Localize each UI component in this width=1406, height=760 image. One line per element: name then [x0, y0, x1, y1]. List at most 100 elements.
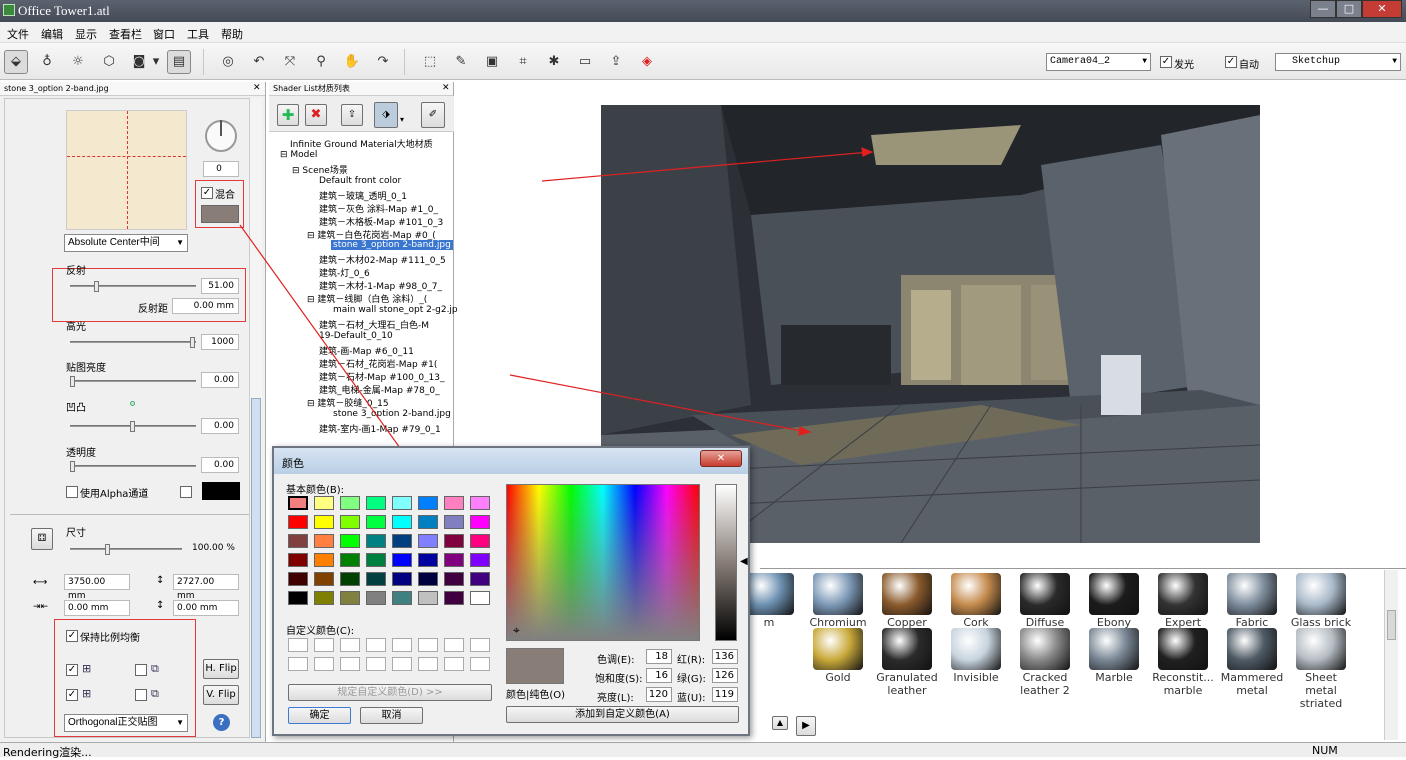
offset-x-field[interactable]: 0.00 mm [64, 600, 130, 616]
tree-item[interactable]: 建筑－木材-1-Map #98_0_7_ [319, 279, 442, 292]
cancel-button[interactable]: 取消 [360, 707, 423, 724]
tree-item[interactable]: ⊟ Scene场景 [292, 163, 348, 176]
delete-icon[interactable]: ✖ [305, 104, 327, 126]
keep-ratio-checkbox[interactable]: ✓ [66, 630, 78, 642]
material-item[interactable]: Granulated leather [874, 628, 940, 697]
basic-color-swatch[interactable] [314, 572, 334, 586]
basic-color-swatch[interactable] [470, 496, 490, 510]
basic-color-swatch[interactable] [470, 572, 490, 586]
menu-toolbars[interactable]: 查看栏 [109, 26, 142, 42]
transparency-field[interactable]: 0.00 [201, 457, 239, 473]
basic-color-swatch[interactable] [392, 534, 412, 548]
basic-color-swatch[interactable] [444, 534, 464, 548]
basic-color-swatch[interactable] [366, 572, 386, 586]
basic-color-swatch[interactable] [470, 591, 490, 605]
tile-h-checkbox[interactable]: ✓ [66, 664, 78, 676]
basic-color-swatch[interactable] [392, 572, 412, 586]
basic-color-swatch[interactable] [314, 515, 334, 529]
material-item[interactable]: Marble [1081, 628, 1147, 684]
undo-icon[interactable]: ↶ [247, 50, 271, 74]
custom-color-swatch[interactable] [314, 638, 334, 652]
camera-icon[interactable]: ◙ [127, 50, 151, 74]
library-scrollbar[interactable] [1384, 570, 1398, 740]
add-custom-button[interactable]: 添加到自定义颜色(A) [506, 706, 739, 723]
tree-item-selected[interactable]: stone 3_option 2-band.jpg [331, 240, 453, 250]
tree-item[interactable]: 建筑－石材_大理石_白色-M [319, 318, 429, 331]
menu-tools[interactable]: 工具 [187, 26, 209, 42]
close-icon[interactable]: ✕ [442, 83, 450, 93]
bump-slider[interactable] [70, 421, 196, 432]
basic-color-swatch[interactable] [288, 515, 308, 529]
transparency-slider[interactable] [70, 461, 196, 472]
hflip-button[interactable]: H. Flip [203, 659, 239, 679]
material-item[interactable]: Gold [805, 628, 871, 684]
tree-item[interactable]: Infinite Ground Material大地材质 [290, 137, 433, 150]
tree-item[interactable]: 建筑－石材_花岗岩-Map #1( [319, 357, 437, 370]
custom-color-swatch[interactable] [288, 657, 308, 671]
mirror-v-checkbox[interactable] [135, 689, 147, 701]
menu-window[interactable]: 窗口 [153, 26, 175, 42]
basic-color-swatch[interactable] [392, 496, 412, 510]
projection-select[interactable]: Orthogonal正交贴图 ▼ [64, 714, 188, 732]
basic-color-swatch[interactable] [366, 534, 386, 548]
rotation-field[interactable]: 0 [203, 161, 239, 177]
reflection-dist-field[interactable]: 0.00 mm [172, 298, 239, 314]
tree-item[interactable]: 建筑－木格板-Map #101_0_3 [319, 215, 443, 228]
alpha-color-swatch[interactable] [202, 482, 240, 500]
tree-item[interactable]: 建筑-室内-画1-Map #79_0_1 [319, 422, 441, 435]
basic-color-swatch[interactable] [288, 553, 308, 567]
reflection-field[interactable]: 51.00 [201, 278, 239, 294]
basic-color-swatch[interactable] [392, 591, 412, 605]
custom-color-swatch[interactable] [366, 638, 386, 652]
custom-color-swatch[interactable] [392, 638, 412, 652]
custom-color-swatch[interactable] [288, 638, 308, 652]
scrollbar[interactable] [249, 98, 262, 738]
tile-v-checkbox[interactable]: ✓ [66, 689, 78, 701]
scrollbar-thumb[interactable] [1387, 610, 1396, 640]
slider-thumb[interactable] [130, 421, 135, 432]
tree-item[interactable]: 建筑－木材02-Map #111_0_5 [319, 253, 446, 266]
basic-color-swatch[interactable] [314, 591, 334, 605]
basic-color-swatch[interactable] [366, 496, 386, 510]
custom-color-swatch[interactable] [418, 638, 438, 652]
close-icon[interactable]: ✕ [253, 83, 261, 93]
luminance-bar[interactable] [715, 484, 737, 641]
tree-item[interactable]: ⊟ Model [280, 150, 317, 160]
basic-color-swatch[interactable] [418, 553, 438, 567]
material-item[interactable]: Ebony [1081, 573, 1147, 629]
add-icon[interactable]: ✚ [277, 104, 299, 126]
alpha-checkbox[interactable] [66, 486, 78, 498]
maximize-button[interactable]: □ [1336, 0, 1362, 18]
basic-color-swatch[interactable] [444, 553, 464, 567]
slider-thumb[interactable] [70, 376, 75, 387]
zoom-icon[interactable]: ⚲ [309, 50, 333, 74]
menu-edit[interactable]: 编辑 [41, 26, 63, 42]
material-item[interactable]: Expert [1150, 573, 1216, 629]
basic-color-swatch[interactable] [470, 534, 490, 548]
slider-thumb[interactable] [70, 461, 75, 472]
tree-item[interactable]: stone 3_option 2-band.jpg [333, 409, 451, 419]
style-select[interactable]: Sketchup ▼ [1275, 53, 1401, 71]
basic-color-swatch[interactable] [444, 572, 464, 586]
material-item[interactable]: Cork [943, 573, 1009, 629]
custom-color-swatch[interactable] [470, 638, 490, 652]
size-slider[interactable] [70, 544, 182, 555]
panel-toggle-icon[interactable]: ▤ [167, 50, 191, 74]
pan-icon[interactable]: ⤧ [278, 50, 302, 74]
menu-view[interactable]: 显示 [75, 26, 97, 42]
material-item[interactable]: Mammered metal [1219, 628, 1285, 697]
basic-color-swatch[interactable] [340, 553, 360, 567]
blend-color-swatch[interactable] [201, 205, 239, 223]
material-tool-icon[interactable]: ⬙ [4, 50, 28, 74]
highlight-field[interactable]: 1000 [201, 334, 239, 350]
custom-color-swatch[interactable] [444, 638, 464, 652]
basic-color-swatch[interactable] [366, 515, 386, 529]
custom-color-swatch[interactable] [470, 657, 490, 671]
height-field[interactable]: 2727.00 mm [173, 574, 239, 601]
basic-color-swatch[interactable] [366, 553, 386, 567]
basic-color-swatch[interactable] [288, 591, 308, 605]
brush-icon[interactable]: ✐ [421, 102, 445, 128]
tree-item[interactable]: 建筑－灰色 涂料-Map #1_0_ [319, 202, 438, 215]
material-item[interactable]: Copper [874, 573, 940, 629]
basic-color-swatch[interactable] [314, 496, 334, 510]
